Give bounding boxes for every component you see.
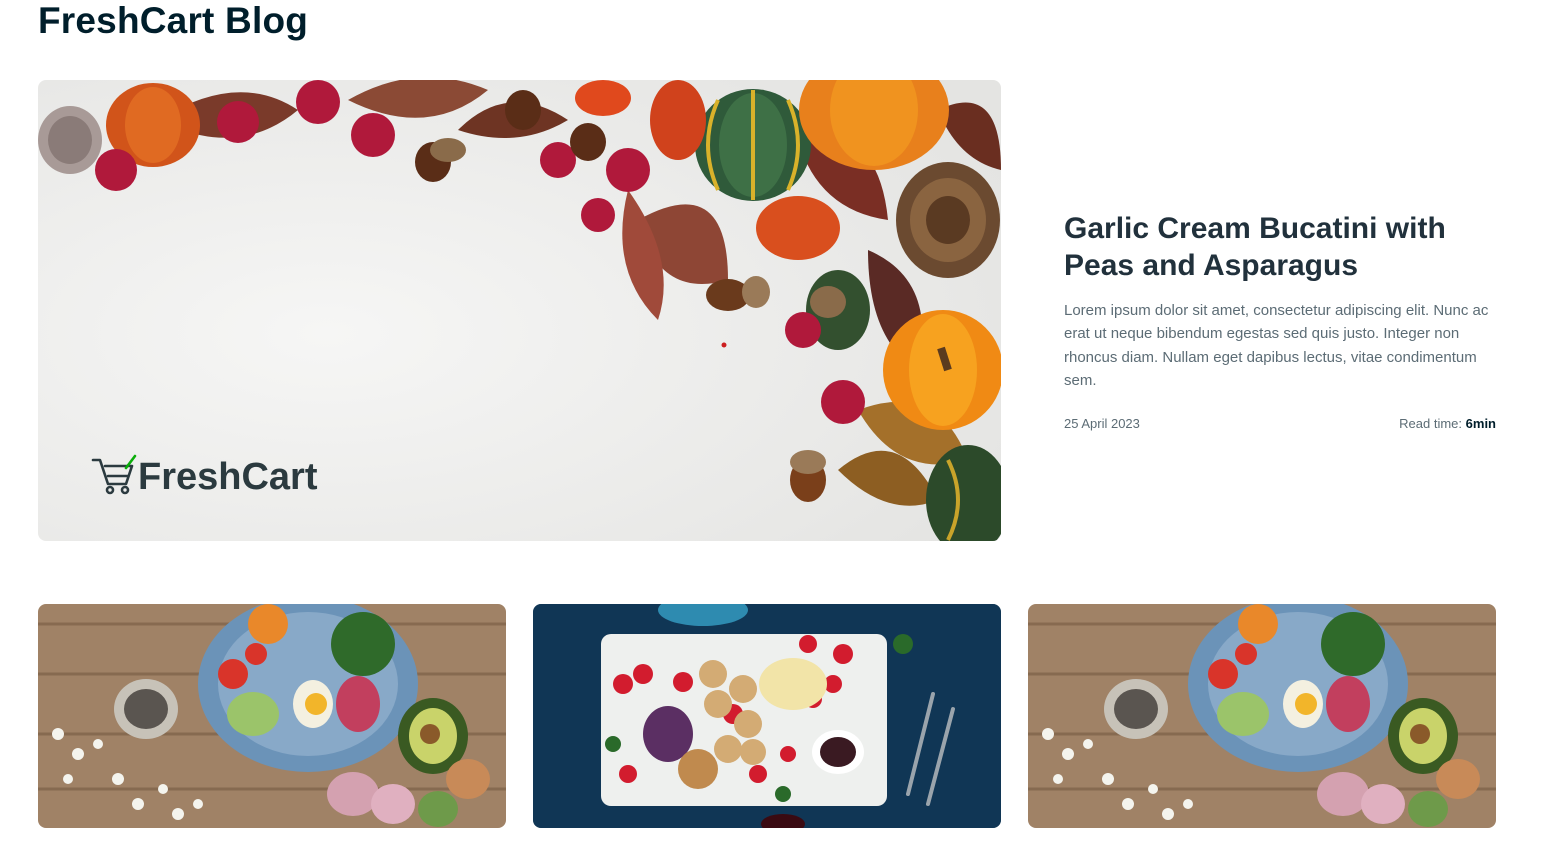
read-time-label: Read time:	[1399, 416, 1463, 432]
read-time: Read time: 6min	[1399, 416, 1496, 431]
post-date: 25 April 2023	[1064, 416, 1140, 432]
featured-post-details: Garlic Cream Bucatini with Peas and Aspa…	[1064, 210, 1496, 431]
featured-post-title[interactable]: Garlic Cream Bucatini with Peas and Aspa…	[1064, 210, 1496, 284]
featured-post-excerpt: Lorem ipsum dolor sit amet, consectetur …	[1064, 302, 1489, 389]
blog-card-image[interactable]	[533, 604, 1001, 828]
page-title: FreshCart Blog	[38, 0, 309, 41]
blog-card-image[interactable]	[38, 604, 506, 828]
blog-card-image[interactable]	[1028, 604, 1496, 828]
freshcart-logo-text: FreshCart	[138, 456, 318, 498]
featured-post-meta: 25 April 2023 Read time: 6min	[1064, 416, 1496, 431]
read-time-value: 6min	[1465, 416, 1496, 432]
featured-post-image[interactable]: FreshCart	[38, 80, 1001, 541]
